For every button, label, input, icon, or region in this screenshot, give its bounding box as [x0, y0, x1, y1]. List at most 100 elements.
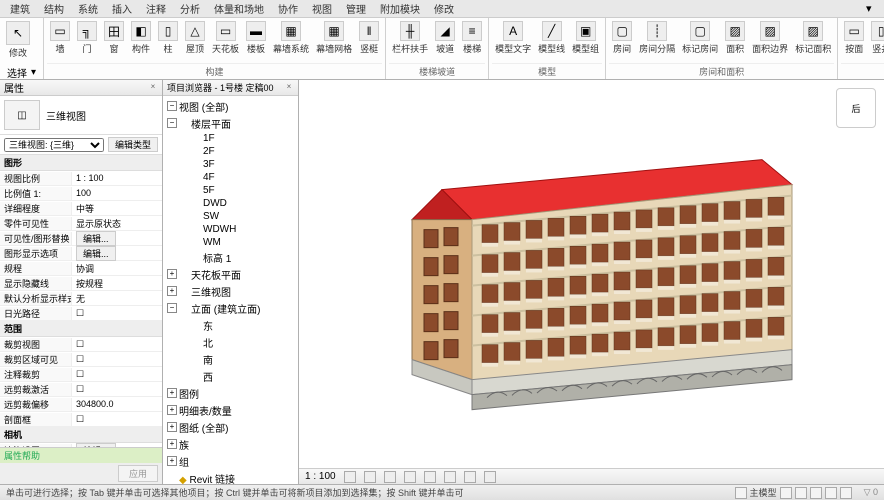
model-label[interactable]: 主模型: [750, 486, 777, 499]
ribbon-button[interactable]: ▨面积: [722, 19, 748, 57]
ribbon-button[interactable]: ┊房间分隔: [636, 19, 678, 57]
property-row[interactable]: 可见性/图形替换编辑...: [0, 231, 162, 246]
ribbon-button[interactable]: ◧构件: [128, 19, 154, 57]
ribbon-button[interactable]: ▭墙: [47, 19, 73, 57]
ribbon-button[interactable]: ▢标记房间: [679, 19, 721, 57]
tree-node[interactable]: WM: [165, 236, 296, 249]
property-row[interactable]: 裁剪区域可见☐: [0, 352, 162, 367]
tree-node[interactable]: 明细表/数量: [165, 402, 296, 419]
menu-item[interactable]: 插入: [106, 0, 138, 17]
apply-button[interactable]: 应用: [118, 465, 158, 482]
tree-node[interactable]: SW: [165, 210, 296, 223]
tree-node[interactable]: 族: [165, 436, 296, 453]
tree-node[interactable]: 西: [165, 368, 296, 385]
tree-node[interactable]: 2F: [165, 145, 296, 158]
property-row[interactable]: 详细程度中等: [0, 201, 162, 216]
ribbon-button[interactable]: ▣模型组: [569, 19, 602, 57]
property-row[interactable]: 规程协调: [0, 261, 162, 276]
select-label[interactable]: 选择: [7, 65, 27, 80]
close-icon[interactable]: ×: [148, 83, 158, 93]
menu-item[interactable]: 视图: [306, 0, 338, 17]
hide-icon[interactable]: [464, 471, 476, 483]
drag-icon[interactable]: [840, 487, 852, 499]
ribbon-button[interactable]: ╫栏杆扶手: [389, 19, 431, 57]
tree-node[interactable]: 3F: [165, 158, 296, 171]
menu-item[interactable]: 附加模块: [374, 0, 426, 17]
sun-icon[interactable]: [384, 471, 396, 483]
tree-node[interactable]: 图纸 (全部): [165, 419, 296, 436]
scale-label[interactable]: 1 : 100: [305, 471, 336, 482]
ribbon-button[interactable]: ▦幕墙网格: [313, 19, 355, 57]
tree-node[interactable]: 北: [165, 334, 296, 351]
ribbon-button[interactable]: ▢房间: [609, 19, 635, 57]
tree-node[interactable]: 楼层平面: [165, 115, 296, 132]
workset-icon[interactable]: [735, 487, 747, 499]
edit-button[interactable]: 编辑...: [76, 246, 116, 261]
menu-item[interactable]: 管理: [340, 0, 372, 17]
tree-node[interactable]: DWD: [165, 197, 296, 210]
tree-node[interactable]: 标高 1: [165, 249, 296, 266]
menu-item[interactable]: 体量和场地: [208, 0, 270, 17]
select-pinned-icon[interactable]: [810, 487, 822, 499]
tree-node[interactable]: 东: [165, 317, 296, 334]
tree-node[interactable]: ◆ Revit 链接: [165, 470, 296, 484]
crop-icon[interactable]: [444, 471, 456, 483]
detail-icon[interactable]: [344, 471, 356, 483]
menu-item[interactable]: 修改: [428, 0, 460, 17]
property-row[interactable]: 日光路径☐: [0, 306, 162, 321]
select-face-icon[interactable]: [825, 487, 837, 499]
tree-node[interactable]: 天花板平面: [165, 266, 296, 283]
ribbon-button[interactable]: ▯柱: [155, 19, 181, 57]
menu-item[interactable]: 系统: [72, 0, 104, 17]
tree-node[interactable]: 视图 (全部): [165, 98, 296, 115]
ribbon-button[interactable]: ╗门: [74, 19, 100, 57]
building-model[interactable]: [362, 130, 822, 423]
tree-node[interactable]: 5F: [165, 184, 296, 197]
tree-node[interactable]: 组: [165, 453, 296, 470]
edit-type-button[interactable]: 编辑类型: [108, 137, 158, 152]
ribbon-button[interactable]: ≡楼梯: [459, 19, 485, 57]
reveal-icon[interactable]: [484, 471, 496, 483]
property-row[interactable]: 比例值 1:100: [0, 186, 162, 201]
type-select[interactable]: 三维视图: {三维}: [4, 138, 104, 152]
tree-node[interactable]: 1F: [165, 132, 296, 145]
modify-button[interactable]: ↖ 修改: [3, 19, 33, 61]
ribbon-button[interactable]: 田窗: [101, 19, 127, 57]
ribbon-button[interactable]: ‖竖梃: [356, 19, 382, 57]
ribbon-button[interactable]: ▯竖井: [868, 19, 884, 57]
visual-style-icon[interactable]: [364, 471, 376, 483]
property-row[interactable]: 零件可见性显示原状态: [0, 216, 162, 231]
view-cube[interactable]: 后: [836, 88, 876, 128]
select-links-icon[interactable]: [795, 487, 807, 499]
properties-help[interactable]: 属性帮助: [0, 447, 162, 463]
property-row[interactable]: 裁剪视图☐: [0, 337, 162, 352]
tree-node[interactable]: 三维视图: [165, 283, 296, 300]
ribbon-button[interactable]: △屋顶: [182, 19, 208, 57]
menu-item[interactable]: 建筑: [4, 0, 36, 17]
dropdown-icon[interactable]: ▾: [866, 2, 880, 16]
filter-icon[interactable]: [780, 487, 792, 499]
shadow-icon[interactable]: [404, 471, 416, 483]
ribbon-button[interactable]: ◢坡道: [432, 19, 458, 57]
ribbon-button[interactable]: ▦幕墙系统: [270, 19, 312, 57]
tree-node[interactable]: 4F: [165, 171, 296, 184]
render-icon[interactable]: [424, 471, 436, 483]
3d-viewport[interactable]: 后: [299, 80, 884, 484]
menu-item[interactable]: 注释: [140, 0, 172, 17]
ribbon-button[interactable]: ▭按面: [841, 19, 867, 57]
property-row[interactable]: 默认分析显示样式无: [0, 291, 162, 306]
property-row[interactable]: 图形显示选项编辑...: [0, 246, 162, 261]
ribbon-button[interactable]: A模型文字: [492, 19, 534, 57]
ribbon-button[interactable]: ╱模型线: [535, 19, 568, 57]
menu-item[interactable]: 协作: [272, 0, 304, 17]
property-row[interactable]: 显示隐藏线按规程: [0, 276, 162, 291]
property-row[interactable]: 视图比例1 : 100: [0, 171, 162, 186]
edit-button[interactable]: 编辑...: [76, 231, 116, 246]
ribbon-button[interactable]: ▨标记面积: [792, 19, 834, 57]
tree-node[interactable]: 图例: [165, 385, 296, 402]
tree-node[interactable]: WDWH: [165, 223, 296, 236]
close-icon[interactable]: ×: [284, 83, 294, 93]
property-row[interactable]: 剖面框☐: [0, 412, 162, 427]
tree-node[interactable]: 立面 (建筑立面): [165, 300, 296, 317]
ribbon-button[interactable]: ▭天花板: [209, 19, 242, 57]
